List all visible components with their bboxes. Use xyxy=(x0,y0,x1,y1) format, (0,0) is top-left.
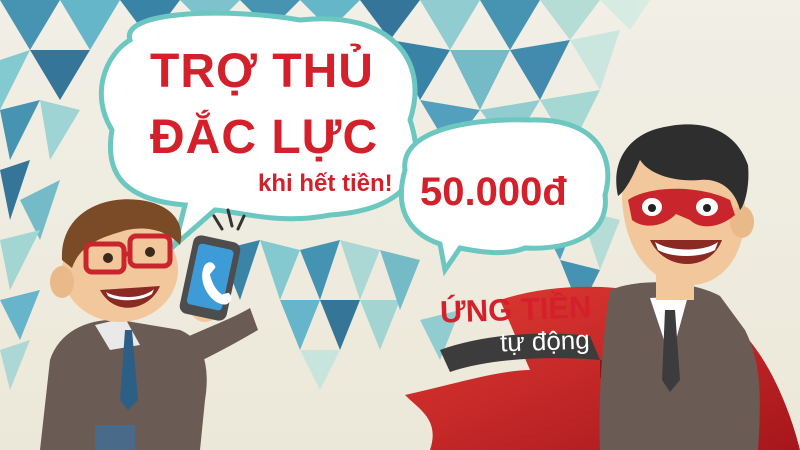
left-man-illustration xyxy=(40,199,258,450)
illustration xyxy=(0,0,800,450)
phone-icon xyxy=(179,235,241,321)
price-amount: 50.000đ xyxy=(420,170,567,214)
superhero-man-illustration xyxy=(599,124,760,450)
headline-line-3: khi hết tiền! xyxy=(258,170,393,197)
headline-line-2: ĐẮC LỰC xyxy=(150,111,379,164)
headline-line-1: TRỢ THỦ xyxy=(150,45,374,98)
banner-canvas: TRỢ THỦ ĐẮC LỰC khi hết tiền! 50.000đ ỨN… xyxy=(0,0,800,450)
ribbon-line-2: tự động xyxy=(499,324,591,358)
